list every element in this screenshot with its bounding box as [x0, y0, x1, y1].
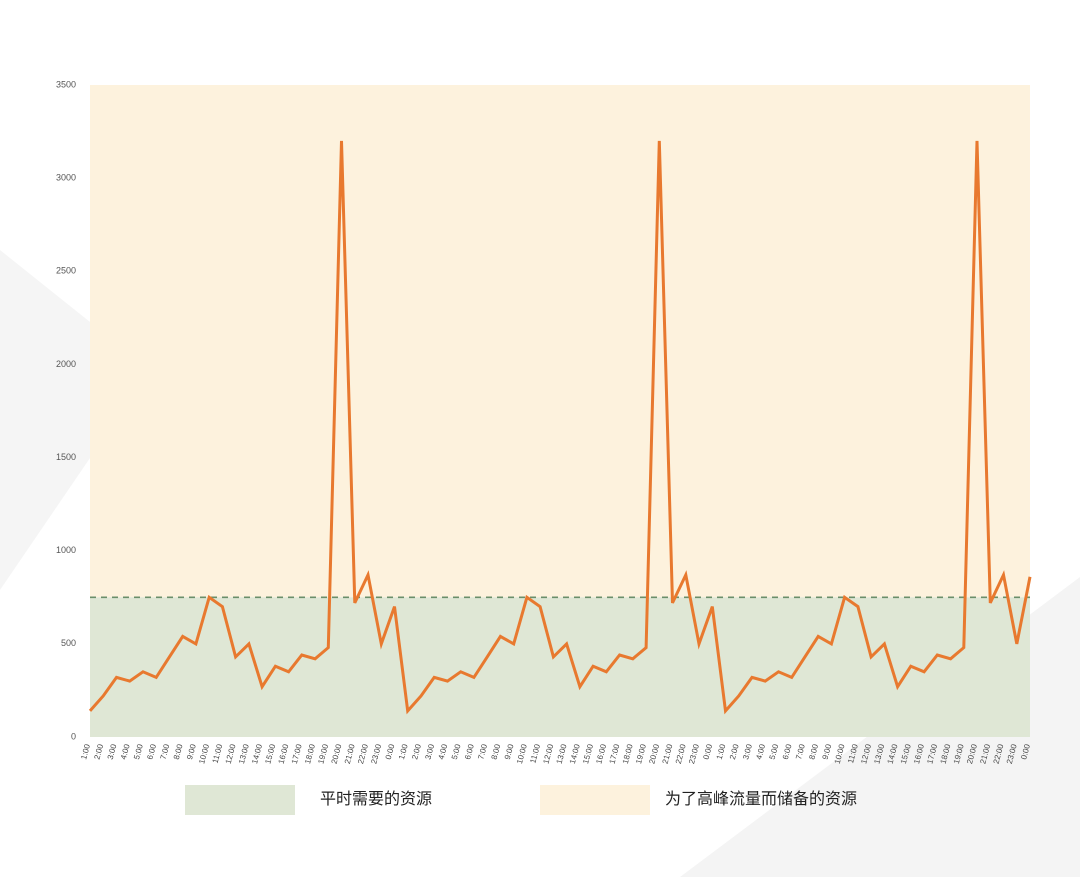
x-tick-label: 22:00: [992, 743, 1006, 765]
x-tick-label: 6:00: [781, 743, 794, 761]
x-tick-label: 1:00: [715, 743, 728, 761]
x-tick-label: 19:00: [952, 743, 966, 765]
svg-text:0: 0: [71, 731, 76, 741]
x-tick-label: 21:00: [343, 743, 357, 765]
x-tick-label: 0:00: [701, 743, 714, 761]
x-tick-label: 11:00: [211, 743, 225, 765]
x-tick-label: 11:00: [846, 743, 860, 765]
x-tick-label: 21:00: [661, 743, 675, 765]
x-tick-label: 13:00: [872, 743, 886, 765]
x-tick-label: 18:00: [939, 743, 953, 765]
x-tick-label: 4:00: [437, 743, 450, 761]
chart-svg: 05001000150020002500300035001:002:003:00…: [0, 0, 1080, 837]
x-tick-label: 19:00: [316, 743, 330, 765]
x-tick-label: 7:00: [159, 743, 172, 761]
x-axis: 1:002:003:004:005:006:007:008:009:0010:0…: [79, 743, 1032, 765]
x-tick-label: 5:00: [132, 743, 145, 761]
x-tick-label: 8:00: [490, 743, 503, 761]
svg-text:2500: 2500: [56, 266, 76, 276]
x-tick-label: 5:00: [768, 743, 781, 761]
x-tick-label: 4:00: [119, 743, 132, 761]
x-tick-label: 18:00: [621, 743, 635, 765]
x-tick-label: 16:00: [277, 743, 291, 765]
x-tick-label: 18:00: [303, 743, 317, 765]
x-tick-label: 15:00: [899, 743, 913, 765]
legend: 平时需要的资源 为了高峰流量而储备的资源: [185, 785, 857, 815]
svg-text:500: 500: [61, 638, 76, 648]
x-tick-label: 6:00: [463, 743, 476, 761]
x-tick-label: 1:00: [397, 743, 410, 761]
x-tick-label: 14:00: [568, 743, 582, 765]
x-tick-label: 2:00: [92, 743, 105, 761]
x-tick-label: 8:00: [807, 743, 820, 761]
x-tick-label: 0:00: [1019, 743, 1032, 761]
x-tick-label: 23:00: [687, 743, 701, 765]
x-tick-label: 3:00: [741, 743, 754, 761]
x-tick-label: 9:00: [503, 743, 516, 761]
x-tick-label: 6:00: [145, 743, 158, 761]
svg-text:3500: 3500: [56, 79, 76, 89]
x-tick-label: 1:00: [79, 743, 92, 761]
x-tick-label: 17:00: [608, 743, 622, 765]
x-tick-label: 21:00: [978, 743, 992, 765]
x-tick-label: 17:00: [290, 743, 304, 765]
x-tick-label: 9:00: [185, 743, 198, 761]
y-axis: 0 500 1000 1500 2000 2500 3000 3500: [56, 79, 76, 741]
x-tick-label: 2:00: [728, 743, 741, 761]
svg-text:3000: 3000: [56, 173, 76, 183]
x-tick-label: 4:00: [754, 743, 767, 761]
x-tick-label: 14:00: [250, 743, 264, 765]
x-tick-label: 22:00: [674, 743, 688, 765]
x-tick-label: 15:00: [263, 743, 277, 765]
x-tick-label: 9:00: [821, 743, 834, 761]
x-tick-label: 20:00: [647, 743, 661, 765]
x-tick-label: 19:00: [634, 743, 648, 765]
x-tick-label: 20:00: [965, 743, 979, 765]
resource-chart: 05001000150020002500300035001:002:003:00…: [0, 0, 1080, 837]
x-tick-label: 23:00: [1005, 743, 1019, 765]
x-tick-label: 3:00: [423, 743, 436, 761]
band-peak: [90, 85, 1030, 597]
x-tick-label: 2:00: [410, 743, 423, 761]
legend-swatch-peak: [540, 785, 650, 815]
x-tick-label: 23:00: [369, 743, 383, 765]
legend-label-peak: 为了高峰流量而储备的资源: [665, 790, 857, 808]
x-tick-label: 12:00: [541, 743, 555, 765]
x-tick-label: 10:00: [197, 743, 211, 765]
x-tick-label: 14:00: [886, 743, 900, 765]
x-tick-label: 0:00: [384, 743, 397, 761]
band-normal: [90, 597, 1030, 737]
legend-swatch-normal: [185, 785, 295, 815]
x-tick-label: 13:00: [555, 743, 569, 765]
x-tick-label: 13:00: [237, 743, 251, 765]
x-tick-label: 10:00: [515, 743, 529, 765]
x-tick-label: 12:00: [859, 743, 873, 765]
x-tick-label: 3:00: [106, 743, 119, 761]
x-tick-label: 8:00: [172, 743, 185, 761]
x-tick-label: 12:00: [224, 743, 238, 765]
svg-text:1500: 1500: [56, 452, 76, 462]
svg-text:1000: 1000: [56, 545, 76, 555]
x-tick-label: 7:00: [476, 743, 489, 761]
legend-label-normal: 平时需要的资源: [320, 790, 432, 808]
x-tick-label: 5:00: [450, 743, 463, 761]
x-tick-label: 16:00: [594, 743, 608, 765]
x-tick-label: 10:00: [833, 743, 847, 765]
x-tick-label: 11:00: [528, 743, 542, 765]
x-tick-label: 22:00: [356, 743, 370, 765]
svg-text:2000: 2000: [56, 359, 76, 369]
x-tick-label: 16:00: [912, 743, 926, 765]
x-tick-label: 20:00: [330, 743, 344, 765]
x-tick-label: 7:00: [794, 743, 807, 761]
x-tick-label: 17:00: [925, 743, 939, 765]
x-tick-label: 15:00: [581, 743, 595, 765]
